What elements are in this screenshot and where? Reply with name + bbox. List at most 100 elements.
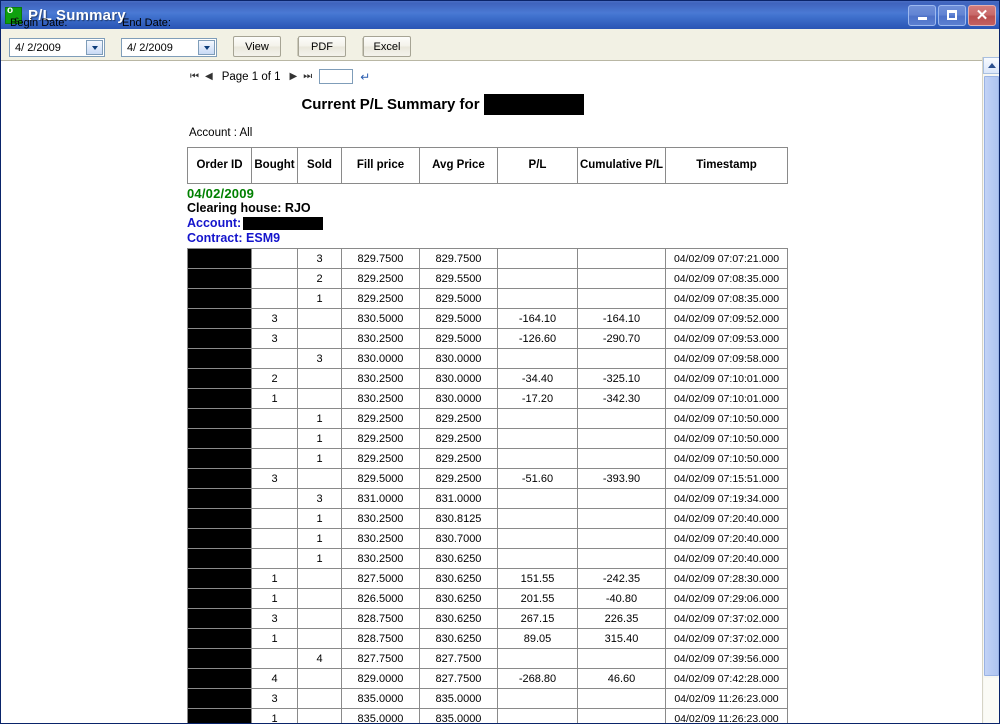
pl-summary-table-body: 3 829.7500 829.7500 04/02/09 07:07:21.000 2 8…: [187, 248, 788, 723]
page-number-input[interactable]: [319, 69, 354, 84]
cell-pl: [497, 508, 578, 529]
close-icon: ✕: [975, 7, 989, 24]
last-page-button[interactable]: ⏭: [302, 71, 313, 82]
cell-bought: [251, 648, 298, 669]
pdf-button[interactable]: PDF: [298, 36, 346, 57]
cell-timestamp: 04/02/09 07:09:58.000: [665, 348, 788, 369]
cell-order-id: [187, 448, 252, 469]
table-row: 1 829.2500 829.2500 04/02/09 07:10:50.000: [187, 428, 788, 449]
cell-pl: -164.10: [497, 308, 578, 329]
cell-sold: 1: [297, 288, 342, 309]
begin-date-dropdown-button[interactable]: [86, 40, 103, 55]
cell-bought: 3: [251, 308, 298, 329]
chevron-up-icon: [987, 63, 996, 68]
cell-pl: [497, 268, 578, 289]
minimize-icon: [917, 16, 927, 20]
cell-bought: 1: [251, 588, 298, 609]
column-header-sold: Sold: [297, 147, 342, 184]
cell-cumulative-pl: [577, 288, 666, 309]
redacted-account-number: [243, 217, 324, 231]
cell-sold: [297, 328, 342, 349]
pl-summary-window: P/L Summary ✕ Begin Date: 4/ 2/2009 End …: [0, 0, 1000, 724]
page-title: Current P/L Summary for: [301, 96, 480, 113]
scrollbar-thumb[interactable]: [984, 76, 999, 676]
cell-pl: [497, 708, 578, 723]
report-area: ⏮ ◀ Page 1 of 1 ▶ ⏭ ↵ Current P/L Summar…: [1, 61, 984, 723]
cell-timestamp: 04/02/09 07:09:53.000: [665, 328, 788, 349]
cell-order-id: [187, 268, 252, 289]
vertical-scrollbar[interactable]: [982, 57, 999, 723]
cell-avg-price: 830.0000: [419, 388, 498, 409]
cell-timestamp: 04/02/09 07:20:40.000: [665, 528, 788, 549]
cell-bought: 4: [251, 668, 298, 689]
table-row: 1 830.2500 830.6250 04/02/09 07:20:40.000: [187, 548, 788, 569]
cell-avg-price: 829.7500: [419, 248, 498, 269]
minimize-button[interactable]: [908, 4, 936, 26]
cell-sold: [297, 308, 342, 329]
cell-fill-price: 829.2500: [341, 428, 420, 449]
first-page-button[interactable]: ⏮: [189, 71, 200, 82]
scrollbar-track[interactable]: [984, 678, 999, 723]
cell-sold: [297, 708, 342, 723]
cell-avg-price: 830.6250: [419, 568, 498, 589]
table-row: 1 835.0000 835.0000 04/02/09 11:26:23.000: [187, 708, 788, 723]
begin-date-label: Begin Date:: [10, 17, 68, 29]
cell-sold: 3: [297, 488, 342, 509]
cell-cumulative-pl: [577, 528, 666, 549]
cell-timestamp: 04/02/09 07:10:01.000: [665, 388, 788, 409]
cell-sold: 2: [297, 268, 342, 289]
scroll-up-button[interactable]: [983, 57, 999, 74]
next-page-button[interactable]: ▶: [289, 71, 299, 82]
cell-cumulative-pl: [577, 428, 666, 449]
cell-sold: 4: [297, 648, 342, 669]
cell-order-id: [187, 548, 252, 569]
cell-timestamp: 04/02/09 07:10:50.000: [665, 448, 788, 469]
cell-order-id: [187, 608, 252, 629]
cell-order-id: [187, 508, 252, 529]
cell-pl: -17.20: [497, 388, 578, 409]
cell-order-id: [187, 308, 252, 329]
column-header-bought: Bought: [251, 147, 298, 184]
cell-bought: 3: [251, 468, 298, 489]
go-to-page-icon[interactable]: ↵: [360, 71, 370, 83]
cell-bought: 2: [251, 368, 298, 389]
cell-timestamp: 04/02/09 11:26:23.000: [665, 688, 788, 709]
table-header: Order ID Bought Sold Fill price Avg Pric…: [187, 147, 788, 184]
cell-sold: 1: [297, 408, 342, 429]
previous-page-button[interactable]: ◀: [204, 71, 214, 82]
end-date-value: 4/ 2/2009: [127, 41, 173, 54]
cell-avg-price: 829.5000: [419, 288, 498, 309]
cell-sold: [297, 388, 342, 409]
table-row: 3 828.7500 830.6250 267.15 226.35 04/02/09 07…: [187, 608, 788, 629]
report-title-row: Current P/L Summary for: [1, 94, 984, 115]
cell-cumulative-pl: -40.80: [577, 588, 666, 609]
excel-button[interactable]: Excel: [363, 36, 411, 57]
cell-cumulative-pl: -290.70: [577, 328, 666, 349]
view-button[interactable]: View: [233, 36, 281, 57]
cell-sold: [297, 608, 342, 629]
cell-bought: [251, 248, 298, 269]
cell-avg-price: 830.6250: [419, 608, 498, 629]
begin-date-value: 4/ 2/2009: [15, 41, 61, 54]
end-date-input[interactable]: 4/ 2/2009: [121, 38, 217, 57]
cell-order-id: [187, 648, 252, 669]
redacted-account-name: [483, 94, 584, 115]
cell-bought: 1: [251, 388, 298, 409]
table-row: 1 829.2500 829.2500 04/02/09 07:10:50.000: [187, 408, 788, 429]
cell-bought: [251, 428, 298, 449]
maximize-button[interactable]: [938, 4, 966, 26]
close-button[interactable]: ✕: [968, 4, 996, 26]
cell-avg-price: 835.0000: [419, 688, 498, 709]
cell-sold: 3: [297, 248, 342, 269]
cell-avg-price: 827.7500: [419, 668, 498, 689]
maximize-icon: [947, 10, 957, 20]
begin-date-input[interactable]: 4/ 2/2009: [9, 38, 105, 57]
cell-sold: 1: [297, 448, 342, 469]
cell-cumulative-pl: 226.35: [577, 608, 666, 629]
report-meta-block: 04/02/2009 Clearing house: RJO Account: …: [1, 184, 984, 246]
cell-avg-price: 829.2500: [419, 448, 498, 469]
end-date-dropdown-button[interactable]: [198, 40, 215, 55]
cell-pl: [497, 408, 578, 429]
table-row: 1 827.5000 830.6250 151.55 -242.35 04/02/09 0…: [187, 568, 788, 589]
cell-timestamp: 04/02/09 07:10:01.000: [665, 368, 788, 389]
